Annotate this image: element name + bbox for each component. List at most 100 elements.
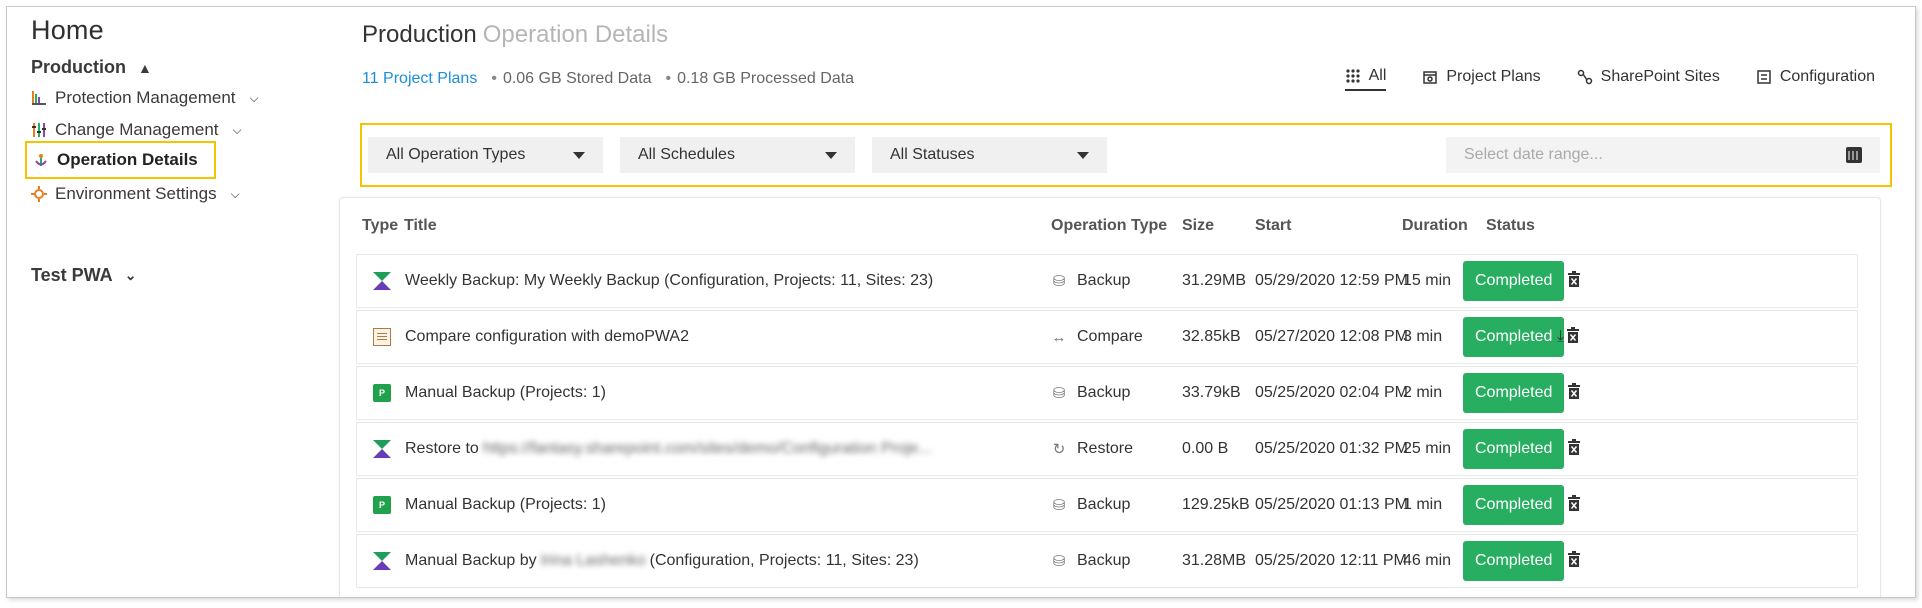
status-cell: Completed [1463,311,1565,363]
status-badge[interactable]: Completed [1463,429,1565,469]
type-cell [373,255,391,307]
size-cell: 0.00 B [1182,440,1229,457]
schedules-select[interactable]: All Schedules [620,137,855,173]
env-test-pwa[interactable]: Test PWA ⌄ [31,265,136,286]
operation-type-cell: ↔ Compare [1051,311,1143,363]
sidebar-item-operation-details[interactable]: Operation Details [25,141,216,179]
redacted-text: https://fantasy.sharepoint.com/sites/dem… [482,440,932,457]
duration-cell: 15 min [1403,272,1452,289]
actions-cell [1565,367,1581,419]
configuration-icon [1756,69,1772,85]
project-plans-link[interactable]: 11 Project Plans [362,70,477,88]
title-cell[interactable]: Weekly Backup: My Weekly Backup (Configu… [405,255,933,307]
change-management-icon [31,122,47,138]
actions-cell [1565,423,1581,475]
table-row[interactable]: Restore to https://fantasy.sharepoint.com… [356,422,1858,476]
sidebar-item-environment-settings[interactable]: Environment Settings ⌵ [31,179,240,209]
title-cell[interactable]: Manual Backup (Projects: 1) [405,367,606,419]
tab-label: Project Plans [1446,68,1541,85]
actions-cell [1565,535,1581,587]
title-cell[interactable]: Restore to https://fantasy.sharepoint.com… [405,423,936,475]
title-cell[interactable]: Manual Backup by Irina Lashenko (Configura… [405,535,919,587]
col-size[interactable]: Size [1182,217,1214,235]
type-cell [373,423,391,475]
start-cell: 05/25/2020 01:13 PM [1255,496,1409,513]
title-text: Weekly Backup: My Weekly Backup (Configu… [405,272,934,289]
sidebar-item-label: Environment Settings [55,184,217,203]
status-cell: Completed [1463,255,1565,307]
sidebar-item-protection-management[interactable]: Protection Management ⌵ [31,83,259,113]
tab-all[interactable]: All [1344,67,1387,91]
operation-type-cell: ⛁ Backup [1051,255,1131,307]
chevron-down-icon[interactable]: ⌵ [250,91,259,106]
table-row[interactable]: Compare configuration with demoPWA2 ↔ Comp… [356,310,1858,364]
operation-type-text: Restore [1077,440,1134,457]
col-start[interactable]: Start [1255,217,1291,235]
status-badge[interactable]: Completed [1463,317,1565,357]
date-range-input[interactable]: Select date range... [1446,137,1880,173]
size-cell: 33.79kB [1182,384,1241,401]
chevron-down-icon[interactable]: ⌵ [231,187,240,202]
start-cell: 05/27/2020 12:08 PM [1255,328,1409,345]
title-text: Manual Backup (Projects: 1) [405,384,606,401]
statuses-select[interactable]: All Statuses [872,137,1107,173]
delete-icon[interactable] [1567,494,1581,516]
col-status[interactable]: Status [1486,217,1535,235]
table-row[interactable]: Weekly Backup: My Weekly Backup (Configu… [356,254,1858,308]
delete-icon[interactable] [1567,438,1581,460]
operation-type-cell: ⛁ Backup [1051,535,1131,587]
chevron-up-icon: ▲ [138,59,152,76]
caret-down-icon [1077,151,1089,159]
calendar-icon[interactable] [1846,147,1862,163]
status-badge[interactable]: Completed [1463,541,1565,581]
processed-data-stat: 0.18 GB Processed Data [665,70,854,88]
delete-icon[interactable] [1567,550,1581,572]
col-title[interactable]: Title [404,217,437,235]
table-row[interactable]: P Manual Backup (Projects: 1) ⛁ Backup 33.79… [356,366,1858,420]
backup-icon: ⛁ [1052,273,1066,290]
download-icon[interactable]: ⤓ [1557,328,1564,346]
operation-types-value: All Operation Types [386,146,526,163]
status-badge[interactable]: Completed [1463,373,1565,413]
tab-sharepoint-sites[interactable]: SharePoint Sites [1577,67,1720,91]
operation-details-icon [33,152,49,168]
table-row[interactable]: P Manual Backup (Projects: 1) ⛁ Backup 129.2… [356,478,1858,532]
operation-type-text: Backup [1077,384,1131,401]
duration-cell: 46 min [1403,552,1452,569]
title-suffix: (Configuration, Projects: 11, Sites: 23) [649,552,919,569]
actions-cell [1565,479,1581,531]
operation-types-select[interactable]: All Operation Types [368,137,603,173]
multi-backup-icon [373,440,391,458]
tab-label: SharePoint Sites [1600,68,1720,85]
col-operation-type[interactable]: Operation Type [1051,217,1167,235]
delete-icon[interactable] [1567,270,1581,292]
environment-settings-icon [31,186,47,202]
title-cell[interactable]: Manual Backup (Projects: 1) [405,479,606,531]
title-cell[interactable]: Compare configuration with demoPWA2 [405,311,689,363]
status-cell: Completed [1463,367,1565,419]
processed-data-value: 0.18 GB Processed Data [677,70,855,87]
status-badge[interactable]: Completed [1463,485,1565,525]
table-header: Type Title Operation Type Size Start Dur… [340,198,1880,248]
status-badge[interactable]: Completed [1463,261,1565,301]
type-cell: P [373,367,391,419]
env-test-pwa-label: Test PWA [31,265,113,285]
document-icon [373,328,391,346]
table-row[interactable]: Manual Backup by Irina Lashenko (Configura… [356,534,1858,588]
operation-type-text: Backup [1077,552,1131,569]
title-text: Restore to [405,440,479,457]
tab-project-plans[interactable]: Project Plans [1422,67,1541,91]
delete-icon[interactable] [1566,326,1580,348]
tab-label: All [1368,67,1387,84]
tab-configuration[interactable]: Configuration [1756,67,1875,91]
home-link[interactable]: Home [31,15,104,46]
statuses-value: All Statuses [890,146,975,163]
env-production[interactable]: Production ▲ [31,57,152,78]
chevron-down-icon[interactable]: ⌵ [233,123,242,138]
sidebar-item-label: Protection Management [55,88,236,107]
project-plans-icon [1422,69,1438,85]
protection-management-icon [31,90,47,106]
delete-icon[interactable] [1567,382,1581,404]
col-duration[interactable]: Duration [1402,217,1468,235]
col-type[interactable]: Type [362,217,398,235]
